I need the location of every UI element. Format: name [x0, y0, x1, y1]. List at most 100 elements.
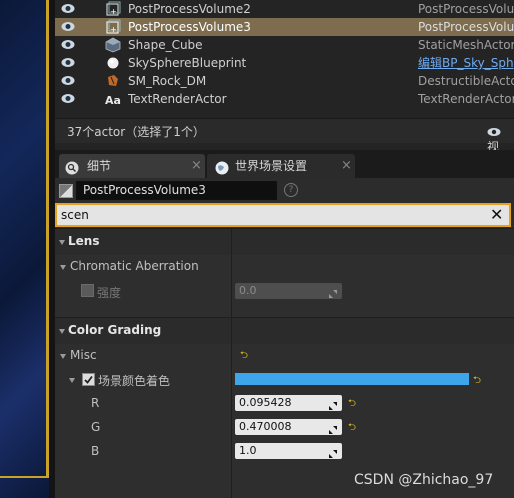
svg-text:+: +	[110, 25, 117, 34]
property-label: R	[91, 396, 100, 410]
svg-text:Aa: Aa	[105, 94, 121, 107]
drag-arrows-icon	[329, 447, 337, 458]
help-icon[interactable]: ?	[284, 183, 298, 197]
panel-tab-bar: 细节 × 世界场景设置 ×	[55, 150, 514, 178]
actor-type: PostProcessVolu	[418, 20, 514, 34]
override-checkbox[interactable]	[81, 284, 94, 297]
r-value-input[interactable]: 0.095428	[235, 395, 342, 411]
object-name-row: PostProcessVolume3 ?	[55, 178, 514, 202]
actor-name: SkySphereBlueprint	[128, 56, 247, 70]
post-process-volume-icon: +	[105, 1, 121, 17]
visibility-eye-icon[interactable]	[61, 93, 75, 104]
actor-type: DestructibleActor	[418, 74, 514, 88]
outliner-row-selected[interactable]: + PostProcessVolume3 PostProcessVolu	[55, 18, 514, 36]
actor-type: TextRenderActor	[418, 92, 514, 106]
category-label: Chromatic Aberration	[70, 259, 199, 273]
outliner-row[interactable]: SM_Rock_DM DestructibleActor	[55, 72, 514, 90]
svg-text:+: +	[110, 7, 117, 16]
column-divider	[231, 440, 232, 464]
intensity-value: 0.0	[239, 284, 257, 297]
drag-arrows-icon	[329, 423, 337, 434]
property-label: G	[91, 420, 101, 434]
details-panel: PostProcessVolume3 ? ✕ Lens Chromatic Ab…	[55, 178, 514, 498]
property-row-g: G 0.470008 ⮌	[55, 416, 514, 440]
section-title: Color Grading	[68, 323, 162, 337]
column-divider	[231, 318, 232, 344]
actor-name: Shape_Cube	[128, 38, 203, 52]
outliner-row[interactable]: + PostProcessVolume2 PostProcessVolu	[55, 0, 514, 18]
color-swatch[interactable]	[235, 373, 469, 385]
property-row-intensity: 强度 0.0	[55, 279, 514, 309]
property-label: 场景颜色着色	[98, 374, 171, 388]
edit-blueprint-link[interactable]: 编辑BP_Sky_Sph	[418, 54, 514, 72]
outliner-row[interactable]: SkySphereBlueprint 编辑BP_Sky_Sph	[55, 54, 514, 72]
visibility-eye-icon[interactable]	[61, 3, 75, 14]
actor-name: TextRenderActor	[128, 92, 227, 106]
column-divider	[231, 279, 232, 309]
close-tab-icon[interactable]: ×	[341, 154, 352, 178]
b-value-input[interactable]: 1.0	[235, 443, 342, 459]
g-value: 0.470008	[239, 420, 292, 433]
g-value-input[interactable]: 0.470008	[235, 419, 342, 435]
visibility-eye-icon[interactable]	[61, 21, 75, 32]
search-input[interactable]	[61, 207, 481, 223]
close-tab-icon[interactable]: ×	[191, 154, 202, 178]
reset-to-default-icon[interactable]: ⮌	[473, 373, 481, 390]
column-divider	[231, 464, 232, 498]
actor-type: StaticMeshActor	[418, 38, 514, 52]
column-divider	[231, 392, 232, 416]
visibility-eye-icon[interactable]	[61, 39, 75, 50]
drag-arrows-icon	[329, 287, 337, 298]
view-options-eye-icon	[487, 127, 501, 136]
actor-name: PostProcessVolume2	[128, 2, 251, 16]
visibility-eye-icon[interactable]	[61, 57, 75, 68]
override-checkbox-checked[interactable]	[82, 373, 95, 386]
collapse-arrow-icon[interactable]	[59, 240, 65, 245]
category-misc[interactable]: Misc ⮌	[55, 344, 514, 368]
collapse-arrow-icon[interactable]	[59, 329, 65, 334]
r-value: 0.095428	[239, 396, 292, 409]
drag-arrows-icon	[329, 399, 337, 410]
post-process-volume-icon: +	[105, 19, 121, 35]
actor-count-text: 37个actor（选择了1个）	[67, 125, 205, 139]
column-divider	[231, 229, 232, 255]
property-row-scene-color-tint: 场景颜色着色 ⮌	[55, 368, 514, 392]
details-search-box[interactable]: ✕	[55, 203, 511, 227]
collapse-arrow-icon[interactable]	[60, 354, 66, 359]
intensity-input: 0.0	[235, 283, 342, 299]
collapse-arrow-icon[interactable]	[60, 265, 66, 270]
spacer-row	[55, 309, 514, 317]
tab-world-settings[interactable]: 世界场景设置 ×	[207, 154, 355, 178]
reset-to-default-icon[interactable]: ⮌	[348, 396, 356, 413]
actor-name: SM_Rock_DM	[128, 74, 207, 88]
property-label: B	[91, 444, 100, 458]
text-render-icon: Aa	[105, 91, 121, 107]
property-label: 强度	[97, 286, 122, 300]
section-lens[interactable]: Lens	[55, 228, 514, 256]
tab-details[interactable]: 细节 ×	[59, 154, 205, 178]
static-mesh-icon	[105, 37, 121, 53]
column-divider	[231, 255, 232, 279]
reset-to-default-icon[interactable]: ⮌	[240, 348, 248, 365]
visibility-eye-icon[interactable]	[61, 75, 75, 86]
reset-to-default-icon[interactable]: ⮌	[348, 420, 356, 437]
watermark-text: CSDN @Zhichao_97	[354, 472, 494, 488]
viewport-selection-frame-bottom	[0, 476, 49, 478]
column-divider	[231, 344, 232, 368]
category-chromatic-aberration[interactable]: Chromatic Aberration	[55, 255, 514, 279]
category-label: Misc	[70, 348, 97, 362]
outliner-row[interactable]: Shape_Cube StaticMeshActor	[55, 36, 514, 54]
property-row-b: B 1.0	[55, 440, 514, 464]
object-name-field[interactable]: PostProcessVolume3	[76, 181, 277, 200]
section-color-grading[interactable]: Color Grading	[55, 317, 514, 345]
outliner-row[interactable]: Aa TextRenderActor TextRenderActor	[55, 90, 514, 108]
tab-details-label: 细节	[87, 159, 112, 173]
clear-search-icon[interactable]: ✕	[490, 205, 503, 225]
b-value: 1.0	[239, 444, 257, 457]
actor-type: PostProcessVolu	[418, 2, 514, 16]
property-row-r: R 0.095428 ⮌	[55, 392, 514, 416]
expand-arrow-icon[interactable]	[69, 378, 75, 383]
tab-world-settings-label: 世界场景设置	[235, 159, 308, 173]
sphere-icon	[105, 55, 121, 71]
outliner-footer: 37个actor（选择了1个） 视	[55, 118, 514, 154]
